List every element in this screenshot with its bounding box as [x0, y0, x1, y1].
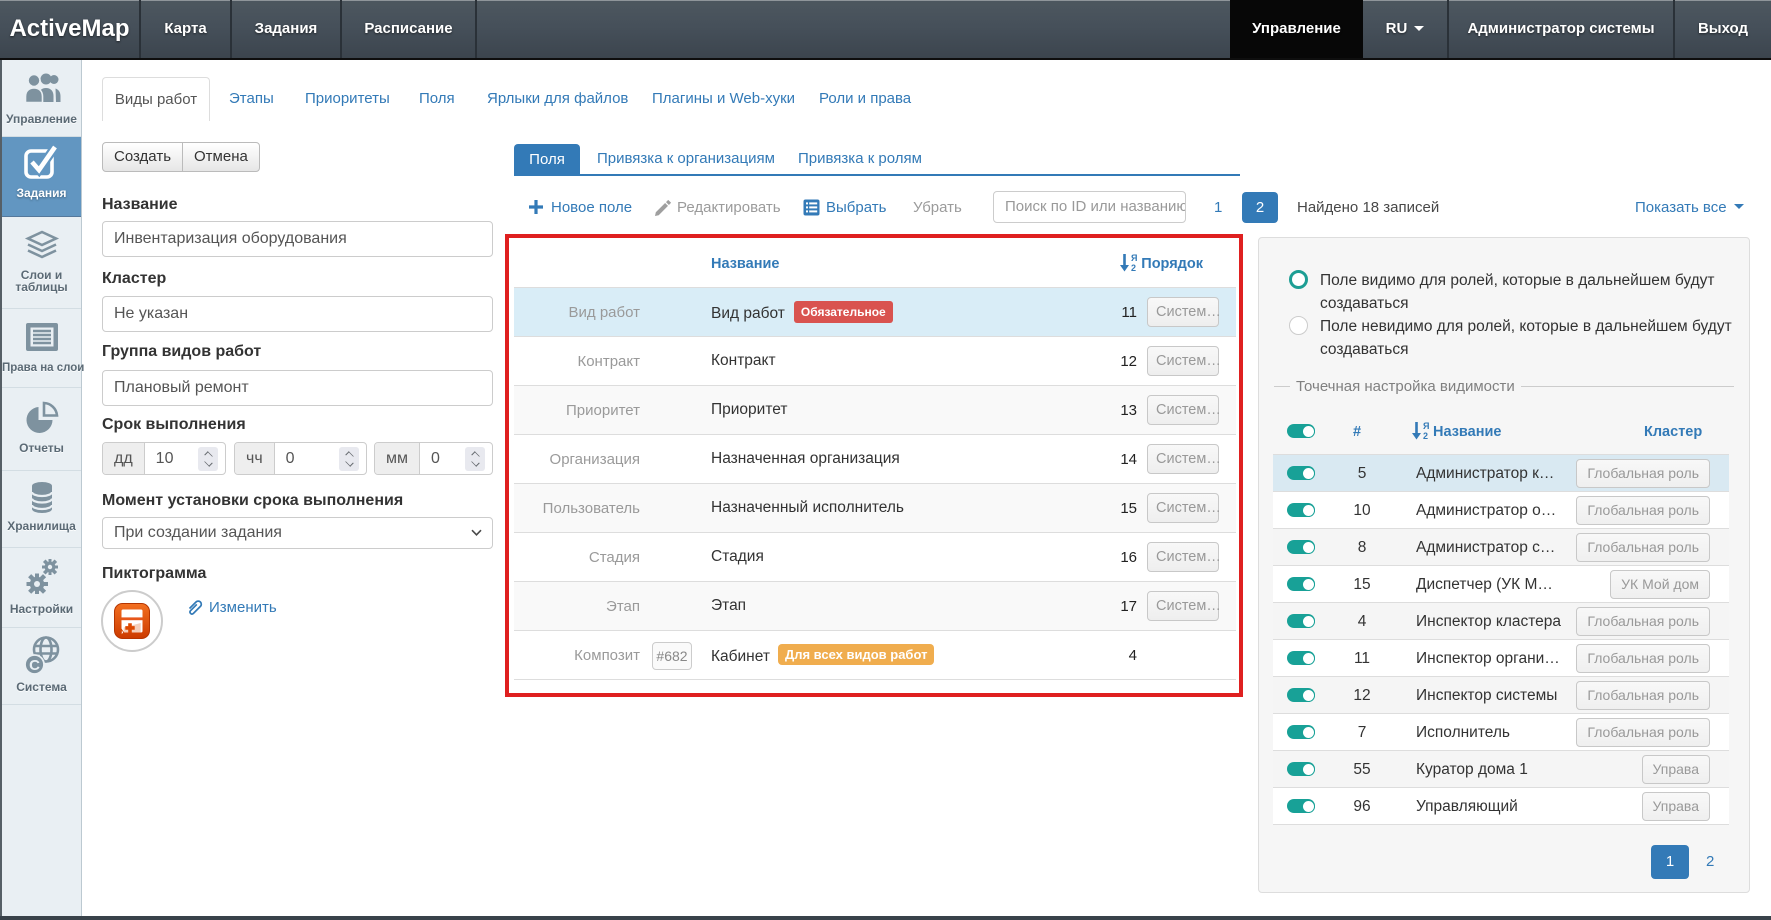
- svg-text:Я: Я: [1423, 421, 1429, 431]
- svg-text:C: C: [29, 657, 40, 674]
- svg-text:2: 2: [1423, 431, 1428, 440]
